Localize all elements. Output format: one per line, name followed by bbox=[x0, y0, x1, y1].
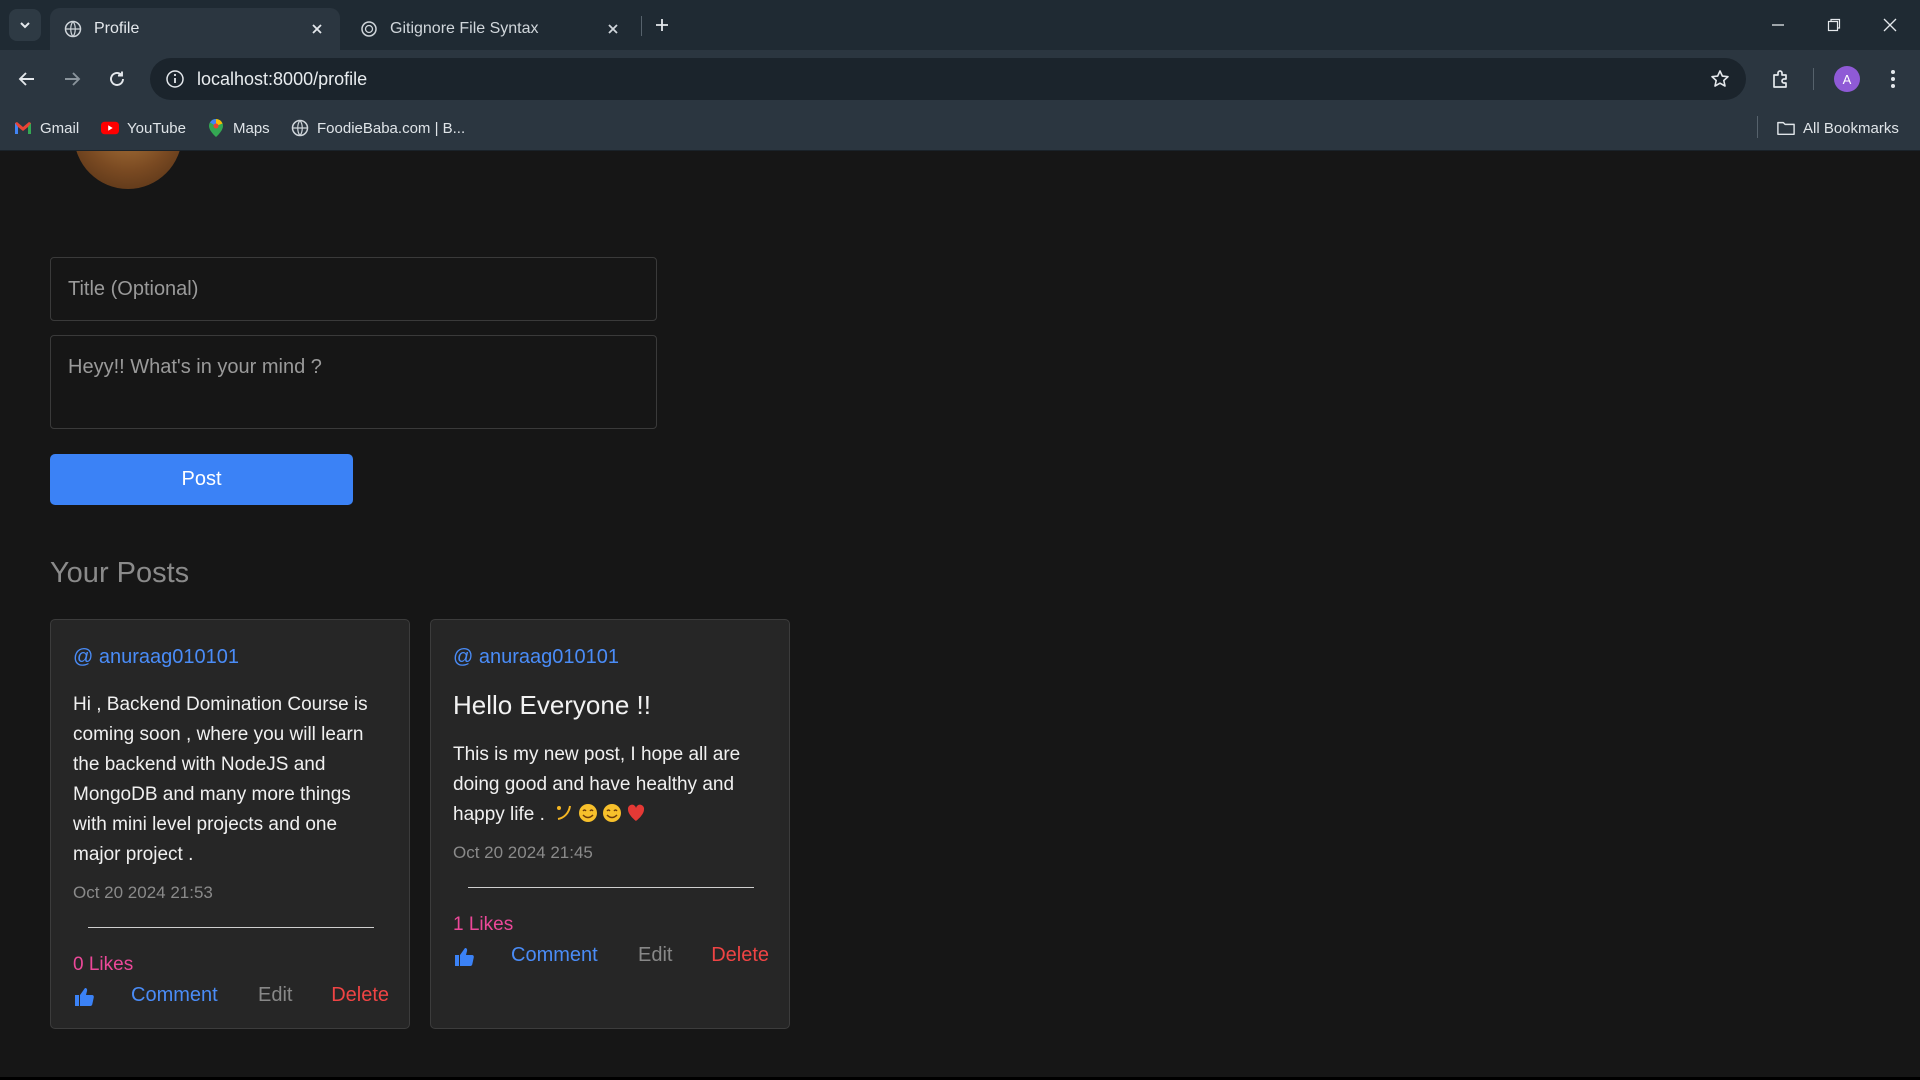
delete-button[interactable]: Delete bbox=[711, 944, 769, 967]
comment-button[interactable]: Comment bbox=[511, 944, 598, 967]
bookmark-youtube[interactable]: YouTube bbox=[101, 116, 186, 140]
gmail-icon bbox=[14, 119, 32, 137]
post-button[interactable]: Post bbox=[50, 454, 353, 505]
forward-button[interactable] bbox=[56, 63, 88, 95]
page-content: Title (Optional) Heyy!! What's in your m… bbox=[0, 151, 1920, 1080]
info-icon[interactable] bbox=[164, 68, 186, 90]
smile-emoji-icon bbox=[602, 803, 622, 833]
youtube-icon bbox=[101, 119, 119, 137]
all-bookmarks-button[interactable]: All Bookmarks bbox=[1777, 116, 1899, 140]
profile-avatar[interactable]: A bbox=[1834, 66, 1860, 92]
address-bar[interactable]: localhost:8000/profile bbox=[150, 58, 1746, 100]
puzzle-icon bbox=[1773, 70, 1787, 88]
openai-icon bbox=[360, 20, 378, 38]
edit-button[interactable]: Edit bbox=[638, 944, 672, 967]
bookmark-label: YouTube bbox=[127, 119, 186, 137]
post-title: Hello Everyone !! bbox=[453, 690, 651, 720]
post-card: @ anuraag010101 Hello Everyone !! This i… bbox=[430, 619, 790, 1029]
post-author[interactable]: @ anuraag010101 bbox=[453, 646, 619, 669]
menu-button[interactable] bbox=[1877, 63, 1909, 95]
globe-icon bbox=[64, 20, 82, 38]
comment-button[interactable]: Comment bbox=[131, 984, 218, 1007]
close-icon[interactable] bbox=[600, 16, 626, 42]
bookmarks-bar bbox=[0, 107, 1920, 151]
arrow-left-icon bbox=[18, 72, 34, 86]
smile-emoji-icon bbox=[578, 803, 598, 833]
dizzy-emoji-icon bbox=[554, 803, 574, 833]
your-posts-heading: Your Posts bbox=[50, 557, 190, 589]
more-vert-icon bbox=[1891, 70, 1895, 88]
star-icon[interactable] bbox=[1708, 67, 1732, 91]
post-divider bbox=[468, 887, 754, 888]
thumbs-up-icon[interactable] bbox=[453, 946, 475, 968]
tab-search-button[interactable] bbox=[9, 9, 41, 41]
new-tab-button[interactable] bbox=[648, 11, 676, 39]
edit-button[interactable]: Edit bbox=[258, 984, 292, 1007]
post-actions: Comment Edit Delete bbox=[73, 984, 389, 1014]
post-body-wrapper: This is my new post, I hope all are doin… bbox=[453, 740, 763, 833]
bookmark-foodiebaba[interactable]: FoodieBaba.com | B... bbox=[291, 116, 465, 140]
globe-icon bbox=[291, 119, 309, 137]
post-author[interactable]: @ anuraag010101 bbox=[73, 646, 239, 669]
window-close-button[interactable] bbox=[1862, 0, 1918, 50]
post-likes-count: 1 Likes bbox=[453, 914, 514, 935]
close-icon[interactable] bbox=[304, 16, 330, 42]
bookmark-label: All Bookmarks bbox=[1803, 119, 1899, 137]
reload-button[interactable] bbox=[101, 63, 133, 95]
arrow-right-icon bbox=[65, 72, 81, 86]
maps-pin-icon bbox=[207, 119, 225, 137]
back-button[interactable] bbox=[11, 63, 43, 95]
thumbs-up-icon[interactable] bbox=[73, 986, 95, 1008]
tab-gitignore[interactable]: Gitignore File Syntax bbox=[346, 8, 636, 50]
heart-emoji-icon bbox=[626, 803, 646, 833]
post-date: Oct 20 2024 21:53 bbox=[73, 883, 213, 902]
post-likes-count: 0 Likes bbox=[73, 954, 134, 975]
post-body-textarea[interactable]: Heyy!! What's in your mind ? bbox=[50, 335, 657, 429]
toolbar-divider bbox=[1813, 68, 1814, 90]
reload-icon bbox=[110, 71, 124, 86]
bookmark-maps[interactable]: Maps bbox=[207, 116, 270, 140]
url-text[interactable]: localhost:8000/profile bbox=[197, 69, 367, 90]
bookmark-label: Maps bbox=[233, 119, 270, 137]
post-title-input[interactable]: Title (Optional) bbox=[50, 257, 657, 321]
tab-label: Profile bbox=[94, 20, 140, 37]
bookmark-label: Gmail bbox=[40, 119, 80, 137]
post-divider bbox=[88, 927, 374, 928]
post-date: Oct 20 2024 21:45 bbox=[453, 843, 593, 862]
post-card: @ anuraag010101 Hi , Backend Domination … bbox=[50, 619, 410, 1029]
tab-profile[interactable]: Profile bbox=[50, 8, 340, 50]
extensions-button[interactable] bbox=[1765, 63, 1797, 95]
bookmark-gmail[interactable]: Gmail bbox=[14, 116, 79, 140]
tab-label: Gitignore File Syntax bbox=[390, 20, 539, 37]
delete-button[interactable]: Delete bbox=[331, 984, 389, 1007]
plus-icon bbox=[656, 19, 668, 31]
bookmarks-divider bbox=[1757, 116, 1758, 138]
restore-icon bbox=[1827, 18, 1841, 32]
chevron-down-icon bbox=[20, 22, 30, 29]
folder-icon bbox=[1777, 119, 1795, 137]
minimize-icon bbox=[1772, 24, 1784, 26]
minimize-button[interactable] bbox=[1750, 0, 1806, 50]
tab-divider bbox=[641, 16, 642, 36]
post-body: Hi , Backend Domination Course is coming… bbox=[73, 694, 368, 865]
bookmark-label: FoodieBaba.com | B... bbox=[317, 119, 466, 137]
restore-button[interactable] bbox=[1806, 0, 1862, 50]
close-icon bbox=[1883, 18, 1897, 32]
profile-picture bbox=[74, 151, 182, 189]
post-actions: Comment Edit Delete bbox=[453, 944, 769, 974]
